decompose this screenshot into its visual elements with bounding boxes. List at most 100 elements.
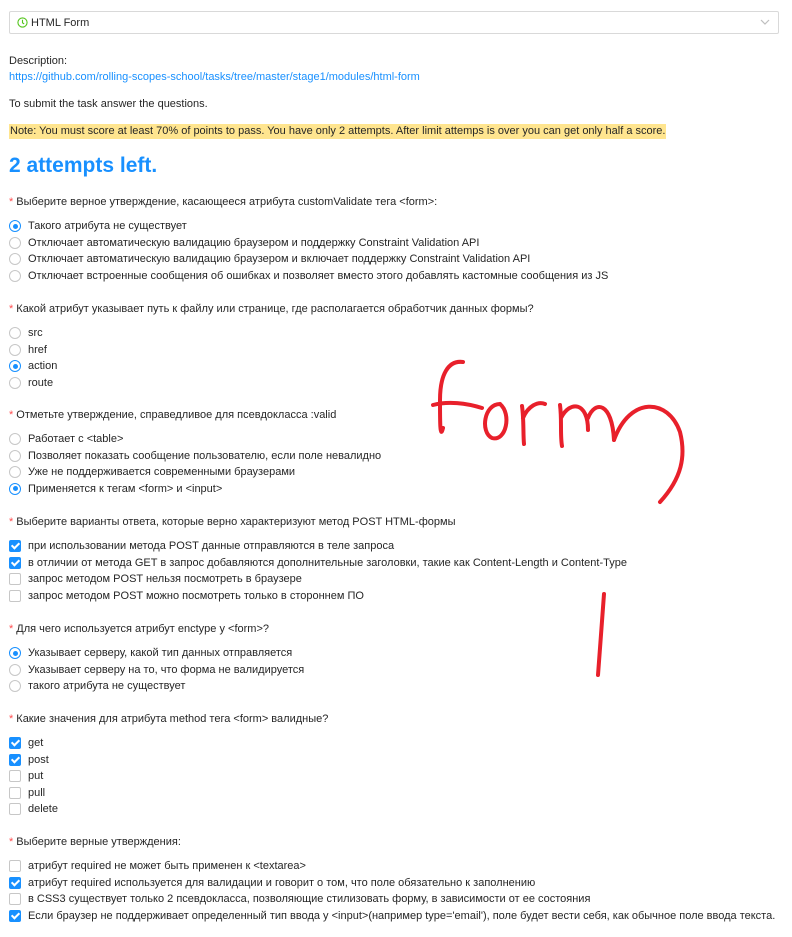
radio-button[interactable] — [9, 647, 21, 660]
option-label: Работает с <table> — [28, 433, 124, 446]
chevron-down-icon[interactable] — [760, 17, 770, 27]
checkbox-option[interactable]: запрос методом POST нельзя посмотреть в … — [9, 571, 627, 588]
option-label: Применяется к тегам <form> и <input> — [28, 482, 223, 495]
question-3: * Отметьте утверждение, справедливое для … — [9, 407, 381, 497]
checkbox-option[interactable]: delete — [9, 801, 328, 818]
checkbox-option[interactable]: get — [9, 735, 328, 752]
question-title: * Отметьте утверждение, справедливое для … — [9, 407, 381, 423]
radio-option[interactable]: Указывает серверу на то, что форма не ва… — [9, 662, 304, 679]
radio-option[interactable]: Отключает автоматическую валидацию брауз… — [9, 251, 608, 268]
checkbox-option[interactable]: pull — [9, 785, 328, 802]
option-label: action — [28, 360, 58, 373]
option-label: запрос методом POST нельзя посмотреть в … — [28, 573, 302, 586]
question-title-text: Выберите верное утверждение, касающееся … — [16, 196, 438, 208]
radio-option[interactable]: такого атрибута не существует — [9, 678, 304, 695]
task-select[interactable]: HTML Form — [9, 11, 779, 34]
option-label: атрибут required не может быть применен … — [28, 860, 306, 873]
checkbox[interactable] — [9, 876, 21, 889]
question-title: * Какой атрибут указывает путь к файлу ил… — [9, 301, 534, 317]
option-label: put — [28, 770, 44, 783]
radio-option[interactable]: route — [9, 375, 534, 392]
radio-button[interactable] — [9, 680, 21, 693]
required-asterisk: * — [9, 836, 14, 848]
option-label: в CSS3 существует только 2 псевдокласса,… — [28, 893, 591, 906]
radio-button[interactable] — [9, 482, 21, 495]
option-label: Указывает серверу, какой тип данных отпр… — [28, 647, 293, 660]
question-4: * Выберите варианты ответа, которые верно… — [9, 514, 627, 604]
radio-button[interactable] — [9, 449, 21, 462]
question-title: * Выберите верные утверждения: — [9, 834, 775, 850]
question-1: * Выберите верное утверждение, касающееся… — [9, 194, 608, 284]
radio-button[interactable] — [9, 433, 21, 446]
radio-option[interactable]: Отключает встроенные сообщения об ошибка… — [9, 268, 608, 285]
radio-option[interactable]: action — [9, 358, 534, 375]
checkbox[interactable] — [9, 786, 21, 799]
radio-option[interactable]: Применяется к тегам <form> и <input> — [9, 481, 381, 498]
option-label: запрос методом POST можно посмотреть тол… — [28, 589, 364, 602]
description-link[interactable]: https://github.com/rolling-scopes-school… — [9, 71, 420, 83]
checkbox-option[interactable]: атрибут required используется для валида… — [9, 875, 775, 892]
radio-option[interactable]: href — [9, 342, 534, 359]
checkbox-option[interactable]: в CSS3 существует только 2 псевдокласса,… — [9, 891, 775, 908]
option-label: Уже не поддерживается современными брауз… — [28, 466, 296, 479]
attempts-left: 2 attempts left. — [9, 154, 158, 177]
radio-button[interactable] — [9, 466, 21, 479]
checkbox-option[interactable]: put — [9, 768, 328, 785]
option-label: Указывает серверу на то, что форма не ва… — [28, 663, 305, 676]
radio-button[interactable] — [9, 663, 21, 676]
option-label: href — [28, 343, 47, 356]
radio-option[interactable]: Работает с <table> — [9, 431, 381, 448]
question-title: * Для чего используется атрибут enctype у… — [9, 621, 304, 637]
checkbox[interactable] — [9, 860, 21, 873]
option-label: delete — [28, 803, 58, 816]
radio-option[interactable]: Такого атрибута не существует — [9, 218, 608, 235]
required-asterisk: * — [9, 713, 14, 725]
checkbox-option[interactable]: при использовании метода POST данные отп… — [9, 538, 627, 555]
radio-button[interactable] — [9, 220, 21, 233]
task-select-value: HTML Form — [31, 16, 90, 29]
radio-button[interactable] — [9, 236, 21, 249]
checkbox-option[interactable]: Если браузер не поддерживает определенны… — [9, 908, 775, 925]
radio-button[interactable] — [9, 269, 21, 282]
option-label: атрибут required используется для валида… — [28, 876, 536, 889]
checkbox[interactable] — [9, 770, 21, 783]
checkbox[interactable] — [9, 909, 21, 922]
radio-button[interactable] — [9, 360, 21, 373]
radio-button[interactable] — [9, 253, 21, 266]
checkbox[interactable] — [9, 803, 21, 816]
option-label: get — [28, 737, 44, 750]
option-label: Позволяет показать сообщение пользовател… — [28, 449, 382, 462]
checkbox-option[interactable]: атрибут required не может быть применен … — [9, 858, 775, 875]
radio-button[interactable] — [9, 343, 21, 356]
checkbox-option[interactable]: запрос методом POST можно посмотреть тол… — [9, 588, 627, 605]
checkbox[interactable] — [9, 893, 21, 906]
question-title: * Выберите верное утверждение, касающееся… — [9, 194, 608, 210]
checkbox[interactable] — [9, 556, 21, 569]
required-asterisk: * — [9, 623, 14, 635]
checkbox[interactable] — [9, 737, 21, 750]
checkbox-option[interactable]: в отличии от метода GET в запрос добавля… — [9, 555, 627, 572]
question-title: * Выберите варианты ответа, которые верно… — [9, 514, 627, 530]
checkbox[interactable] — [9, 540, 21, 553]
checkbox[interactable] — [9, 573, 21, 586]
option-label: Отключает встроенные сообщения об ошибка… — [28, 269, 609, 282]
option-label: Если браузер не поддерживает определенны… — [28, 909, 776, 922]
radio-option[interactable]: Уже не поддерживается современными брауз… — [9, 464, 381, 481]
option-label: pull — [28, 786, 46, 799]
checkbox-option[interactable]: post — [9, 752, 328, 769]
required-asterisk: * — [9, 303, 14, 315]
checkbox[interactable] — [9, 753, 21, 766]
radio-option[interactable]: src — [9, 325, 534, 342]
radio-option[interactable]: Указывает серверу, какой тип данных отпр… — [9, 645, 304, 662]
checkbox[interactable] — [9, 589, 21, 602]
radio-option[interactable]: Отключает автоматическую валидацию брауз… — [9, 235, 608, 252]
option-label: Отключает автоматическую валидацию брауз… — [28, 236, 480, 249]
radio-option[interactable]: Позволяет показать сообщение пользовател… — [9, 448, 381, 465]
radio-button[interactable] — [9, 327, 21, 340]
question-title-text: Выберите варианты ответа, которые верно … — [16, 516, 456, 528]
radio-button[interactable] — [9, 376, 21, 389]
question-7: * Выберите верные утверждения: атрибут req… — [9, 834, 775, 924]
question-title-text: Какой атрибут указывает путь к файлу или… — [16, 303, 534, 315]
description-label: Description: — [9, 55, 68, 67]
question-title-text: Какие значения для атрибута method тега … — [16, 713, 329, 725]
